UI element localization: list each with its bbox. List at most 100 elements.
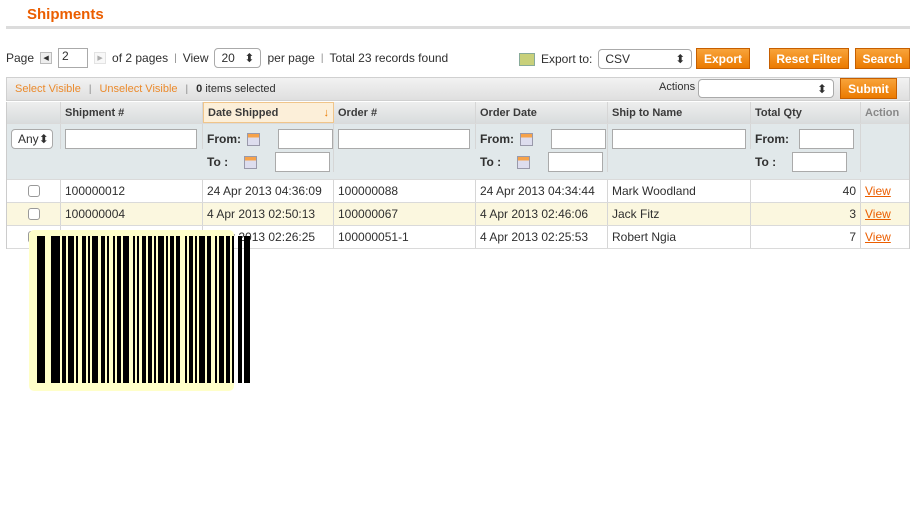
row-select [7,180,61,202]
cell-date-shipped: 4 Apr 2013 02:50:13 [203,203,334,225]
qty-to-input[interactable] [792,152,848,172]
cell-order: 100000051-1 [334,226,476,248]
reset-filter-button[interactable]: Reset Filter [769,48,849,69]
cell-shipment: 100000004 [61,203,203,225]
calendar-icon[interactable] [517,155,531,169]
any-value: Any [18,132,39,146]
actions-label: Actions [659,81,696,93]
barcode-bar [157,236,165,383]
view-link[interactable]: View [865,207,891,221]
header-action: Action [865,106,900,119]
date-shipped-from-input[interactable] [278,129,333,149]
pager: Page ◀ 2 ▶ of 2 pages | View 20 ⬍ per pag… [6,47,448,69]
cell-ship-to: Robert Ngia [608,226,751,248]
table-row[interactable]: 100000004 4 Apr 2013 02:50:13 100000067 … [7,203,909,226]
from-label: From: [480,132,514,146]
export-format-value: CSV [605,52,631,66]
from-label: From: [755,132,789,146]
ship-to-filter-input[interactable] [612,129,746,149]
barcode-bar [244,236,251,383]
cell-total-qty: 3 [751,203,861,225]
title-divider [6,26,910,29]
order-filter-input[interactable] [338,129,470,149]
order-date-to-input[interactable] [548,152,604,172]
barcode-bar [75,236,78,383]
barcode-bar [116,236,122,383]
barcode-image [37,236,251,383]
cell-date-shipped: 24 Apr 2013 04:36:09 [203,180,334,202]
calendar-icon[interactable] [244,155,258,169]
chevron-updown-icon: ⬍ [675,52,686,66]
from-label: From: [207,132,241,146]
order-date-from-input[interactable] [551,129,606,149]
header-order-date[interactable]: Order Date [476,102,608,123]
submit-button[interactable]: Submit [840,78,897,99]
cell-order: 100000088 [334,180,476,202]
header-date-shipped[interactable]: Date Shipped ↓ [203,102,334,123]
cell-ship-to: Jack Fitz [608,203,751,225]
barcode-bar [166,236,169,383]
unselect-visible-link[interactable]: Unselect Visible [99,83,177,95]
chevron-updown-icon: ⬍ [816,81,827,96]
to-label: To : [207,155,229,169]
calendar-icon[interactable] [247,132,260,146]
separator: | [185,83,189,95]
table-row[interactable]: 100000012 24 Apr 2013 04:36:09 100000088… [7,180,909,203]
date-shipped-to-input[interactable] [275,152,331,172]
barcode-bar [92,236,99,383]
cell-ship-to: Mark Woodland [608,180,751,202]
header-order[interactable]: Order # [334,102,476,123]
shipment-filter-input[interactable] [65,129,197,149]
shipments-grid: Shipment # Date Shipped ↓ Order # Order D… [6,102,910,249]
select-visible-link[interactable]: Select Visible [15,83,81,95]
grid-header: Shipment # Date Shipped ↓ Order # Order D… [7,102,909,124]
barcode-bar [194,236,197,383]
row-select [7,203,61,225]
filter-row: Any ⬍ From: To : From: To : From: To : [7,124,909,180]
barcode-bar [112,236,115,383]
search-button[interactable]: Search [855,48,910,69]
barcode-bar [198,236,206,383]
barcode-bar [61,236,66,383]
view-link[interactable]: View [865,230,891,244]
barcode-bar [207,236,212,383]
separator: | [174,52,177,64]
to-label: To : [480,155,502,169]
barcode-bar [137,236,140,383]
header-shipment[interactable]: Shipment # [61,102,203,123]
page-input[interactable]: 2 [58,48,89,68]
row-checkbox[interactable] [27,208,40,220]
cell-order-date: 4 Apr 2013 02:25:53 [476,226,608,248]
barcode-bar [215,236,218,383]
calendar-icon[interactable] [520,132,533,146]
prev-page-button[interactable]: ◀ [40,52,53,64]
barcode-bar [100,236,105,383]
barcode-bar [106,236,109,383]
cell-order: 100000067 [334,203,476,225]
items-selected-label: items selected [205,83,276,95]
barcode-bar [153,236,156,383]
any-select[interactable]: Any ⬍ [11,129,53,149]
header-ship-to[interactable]: Ship to Name [608,102,751,123]
barcode-bar [231,236,234,383]
per-page-select[interactable]: 20 ⬍ [214,48,262,68]
barcode-bar [170,236,175,383]
header-select [7,102,61,123]
barcode-bar [176,236,181,383]
view-label: View [182,51,209,65]
header-total-qty[interactable]: Total Qty [751,102,861,123]
row-checkbox[interactable] [27,185,40,197]
next-page-button[interactable]: ▶ [94,52,107,64]
barcode-bar [67,236,74,383]
total-records: Total 23 records found [329,51,449,65]
barcode-tooltip [29,230,251,391]
export-format-select[interactable]: CSV ⬍ [598,49,693,69]
qty-from-input[interactable] [799,129,854,149]
export-button[interactable]: Export [696,48,750,69]
page-title: Shipments [27,6,104,23]
separator: | [320,52,324,64]
barcode-bar [82,236,87,383]
actions-select[interactable]: ⬍ [698,79,834,98]
view-link[interactable]: View [865,184,891,198]
barcode-bar [141,236,146,383]
